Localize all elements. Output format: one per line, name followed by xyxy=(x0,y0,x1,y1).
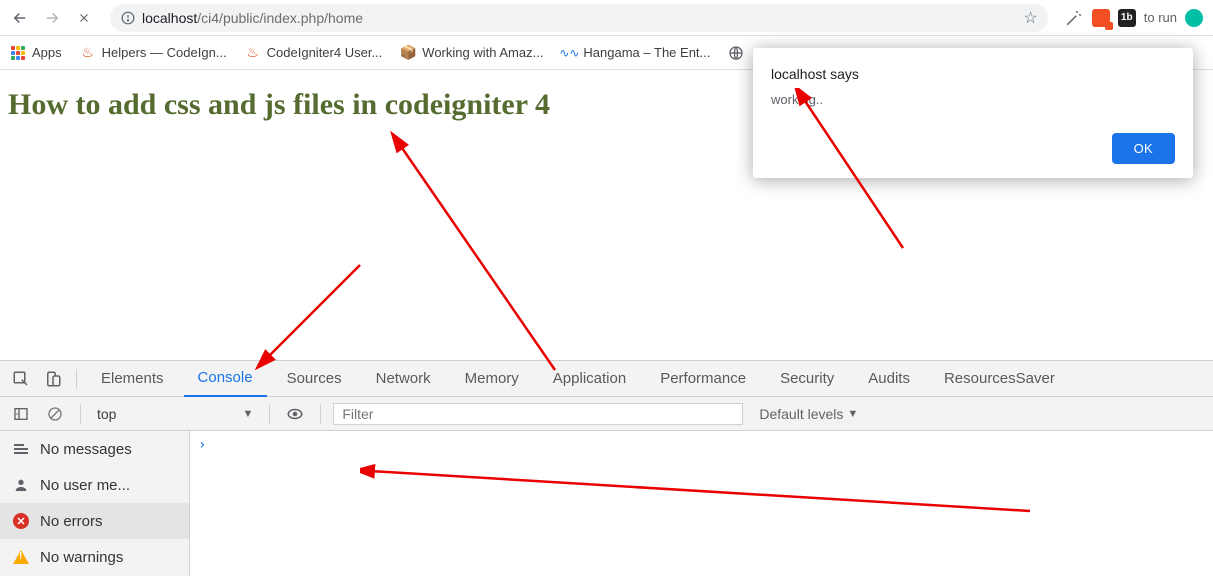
forward-button[interactable] xyxy=(38,4,66,32)
sidebar-toggle-icon[interactable] xyxy=(8,401,34,427)
tab-network[interactable]: Network xyxy=(362,361,445,397)
bookmark-label: Apps xyxy=(32,45,62,60)
warning-icon xyxy=(12,548,30,566)
user-icon xyxy=(12,476,30,494)
live-expression-icon[interactable] xyxy=(282,401,308,427)
tab-application[interactable]: Application xyxy=(539,361,640,397)
inspect-element-icon[interactable] xyxy=(8,366,34,392)
address-bar[interactable]: localhost/ci4/public/index.php/home ☆ xyxy=(110,4,1048,32)
bookmark-hangama[interactable]: ∿∿ Hangama – The Ent... xyxy=(561,45,710,61)
bookmark-helpers[interactable]: ♨ Helpers — CodeIgn... xyxy=(80,45,227,61)
bookmark-label: CodeIgniter4 User... xyxy=(267,45,383,60)
devtools-body: No messages No user me... ✕ No errors No… xyxy=(0,431,1213,576)
context-label: top xyxy=(97,406,116,422)
annotation-arrow xyxy=(255,260,375,370)
alert-ok-button[interactable]: OK xyxy=(1112,133,1175,164)
js-alert-dialog: localhost says working.. OK xyxy=(753,48,1193,178)
tab-console[interactable]: Console xyxy=(184,361,267,397)
flame-icon: ♨ xyxy=(245,45,261,61)
box-icon: 📦 xyxy=(400,45,416,61)
globe-icon xyxy=(728,45,744,61)
device-toggle-icon[interactable] xyxy=(40,366,66,392)
site-info-icon[interactable] xyxy=(120,10,136,26)
annotation-arrow xyxy=(360,461,1040,521)
back-button[interactable] xyxy=(6,4,34,32)
bookmark-star-icon[interactable]: ☆ xyxy=(1023,8,1037,28)
sidebar-item-label: No messages xyxy=(40,441,132,458)
apps-shortcut[interactable]: Apps xyxy=(10,45,62,61)
sidebar-item-label: No warnings xyxy=(40,549,123,566)
tab-elements[interactable]: Elements xyxy=(87,361,178,397)
error-icon: ✕ xyxy=(12,512,30,530)
alert-title: localhost says xyxy=(771,66,1175,82)
annotation-arrow xyxy=(385,130,565,380)
tab-security[interactable]: Security xyxy=(766,361,848,397)
console-output[interactable]: › xyxy=(190,431,1213,576)
extensions-area: 1b to run xyxy=(1060,8,1207,28)
levels-label: Default levels xyxy=(759,406,843,422)
devtools-tabs: Elements Console Sources Network Memory … xyxy=(0,361,1213,397)
bookmark-label: Helpers — CodeIgn... xyxy=(102,45,227,60)
context-selector[interactable]: top ▼ xyxy=(93,406,257,422)
console-prompt[interactable]: › xyxy=(190,431,1213,459)
devtools-panel: Elements Console Sources Network Memory … xyxy=(0,360,1213,576)
sidebar-item-label: No user me... xyxy=(40,477,130,494)
alert-message: working.. xyxy=(771,92,1175,107)
list-icon xyxy=(12,440,30,458)
flame-icon: ♨ xyxy=(80,45,96,61)
sidebar-item-label: No errors xyxy=(40,513,103,530)
clear-console-icon[interactable] xyxy=(42,401,68,427)
tab-performance[interactable]: Performance xyxy=(646,361,760,397)
truncated-text: to run xyxy=(1144,10,1177,25)
extension-teal-icon[interactable] xyxy=(1185,9,1203,27)
stop-button[interactable] xyxy=(70,4,98,32)
tab-resources-saver[interactable]: ResourcesSaver xyxy=(930,361,1069,397)
sidebar-item-warnings[interactable]: No warnings xyxy=(0,539,189,575)
chevron-down-icon: ▼ xyxy=(122,408,253,420)
console-toolbar: top ▼ Default levels ▼ xyxy=(0,397,1213,431)
chevron-down-icon: ▼ xyxy=(847,408,858,420)
apps-icon xyxy=(10,45,26,61)
wave-icon: ∿∿ xyxy=(561,45,577,61)
tab-audits[interactable]: Audits xyxy=(854,361,924,397)
log-levels-selector[interactable]: Default levels ▼ xyxy=(751,406,858,422)
bookmark-label: Working with Amaz... xyxy=(422,45,543,60)
extension-red-icon[interactable] xyxy=(1092,9,1110,27)
bookmark-amazon[interactable]: 📦 Working with Amaz... xyxy=(400,45,543,61)
bookmark-label: Hangama – The Ent... xyxy=(583,45,710,60)
bookmark-ci4user[interactable]: ♨ CodeIgniter4 User... xyxy=(245,45,383,61)
sidebar-item-errors[interactable]: ✕ No errors xyxy=(0,503,189,539)
console-sidebar: No messages No user me... ✕ No errors No… xyxy=(0,431,190,576)
tab-memory[interactable]: Memory xyxy=(451,361,533,397)
sidebar-item-messages[interactable]: No messages xyxy=(0,431,189,467)
tab-sources[interactable]: Sources xyxy=(273,361,356,397)
extension-1b-icon[interactable]: 1b xyxy=(1118,9,1136,27)
bookmark-globe[interactable] xyxy=(728,45,744,61)
sidebar-item-user[interactable]: No user me... xyxy=(0,467,189,503)
filter-input[interactable] xyxy=(333,403,743,425)
browser-toolbar: localhost/ci4/public/index.php/home ☆ 1b… xyxy=(0,0,1213,36)
extension-wand-icon[interactable] xyxy=(1064,8,1084,28)
url-text: localhost/ci4/public/index.php/home xyxy=(142,10,363,26)
